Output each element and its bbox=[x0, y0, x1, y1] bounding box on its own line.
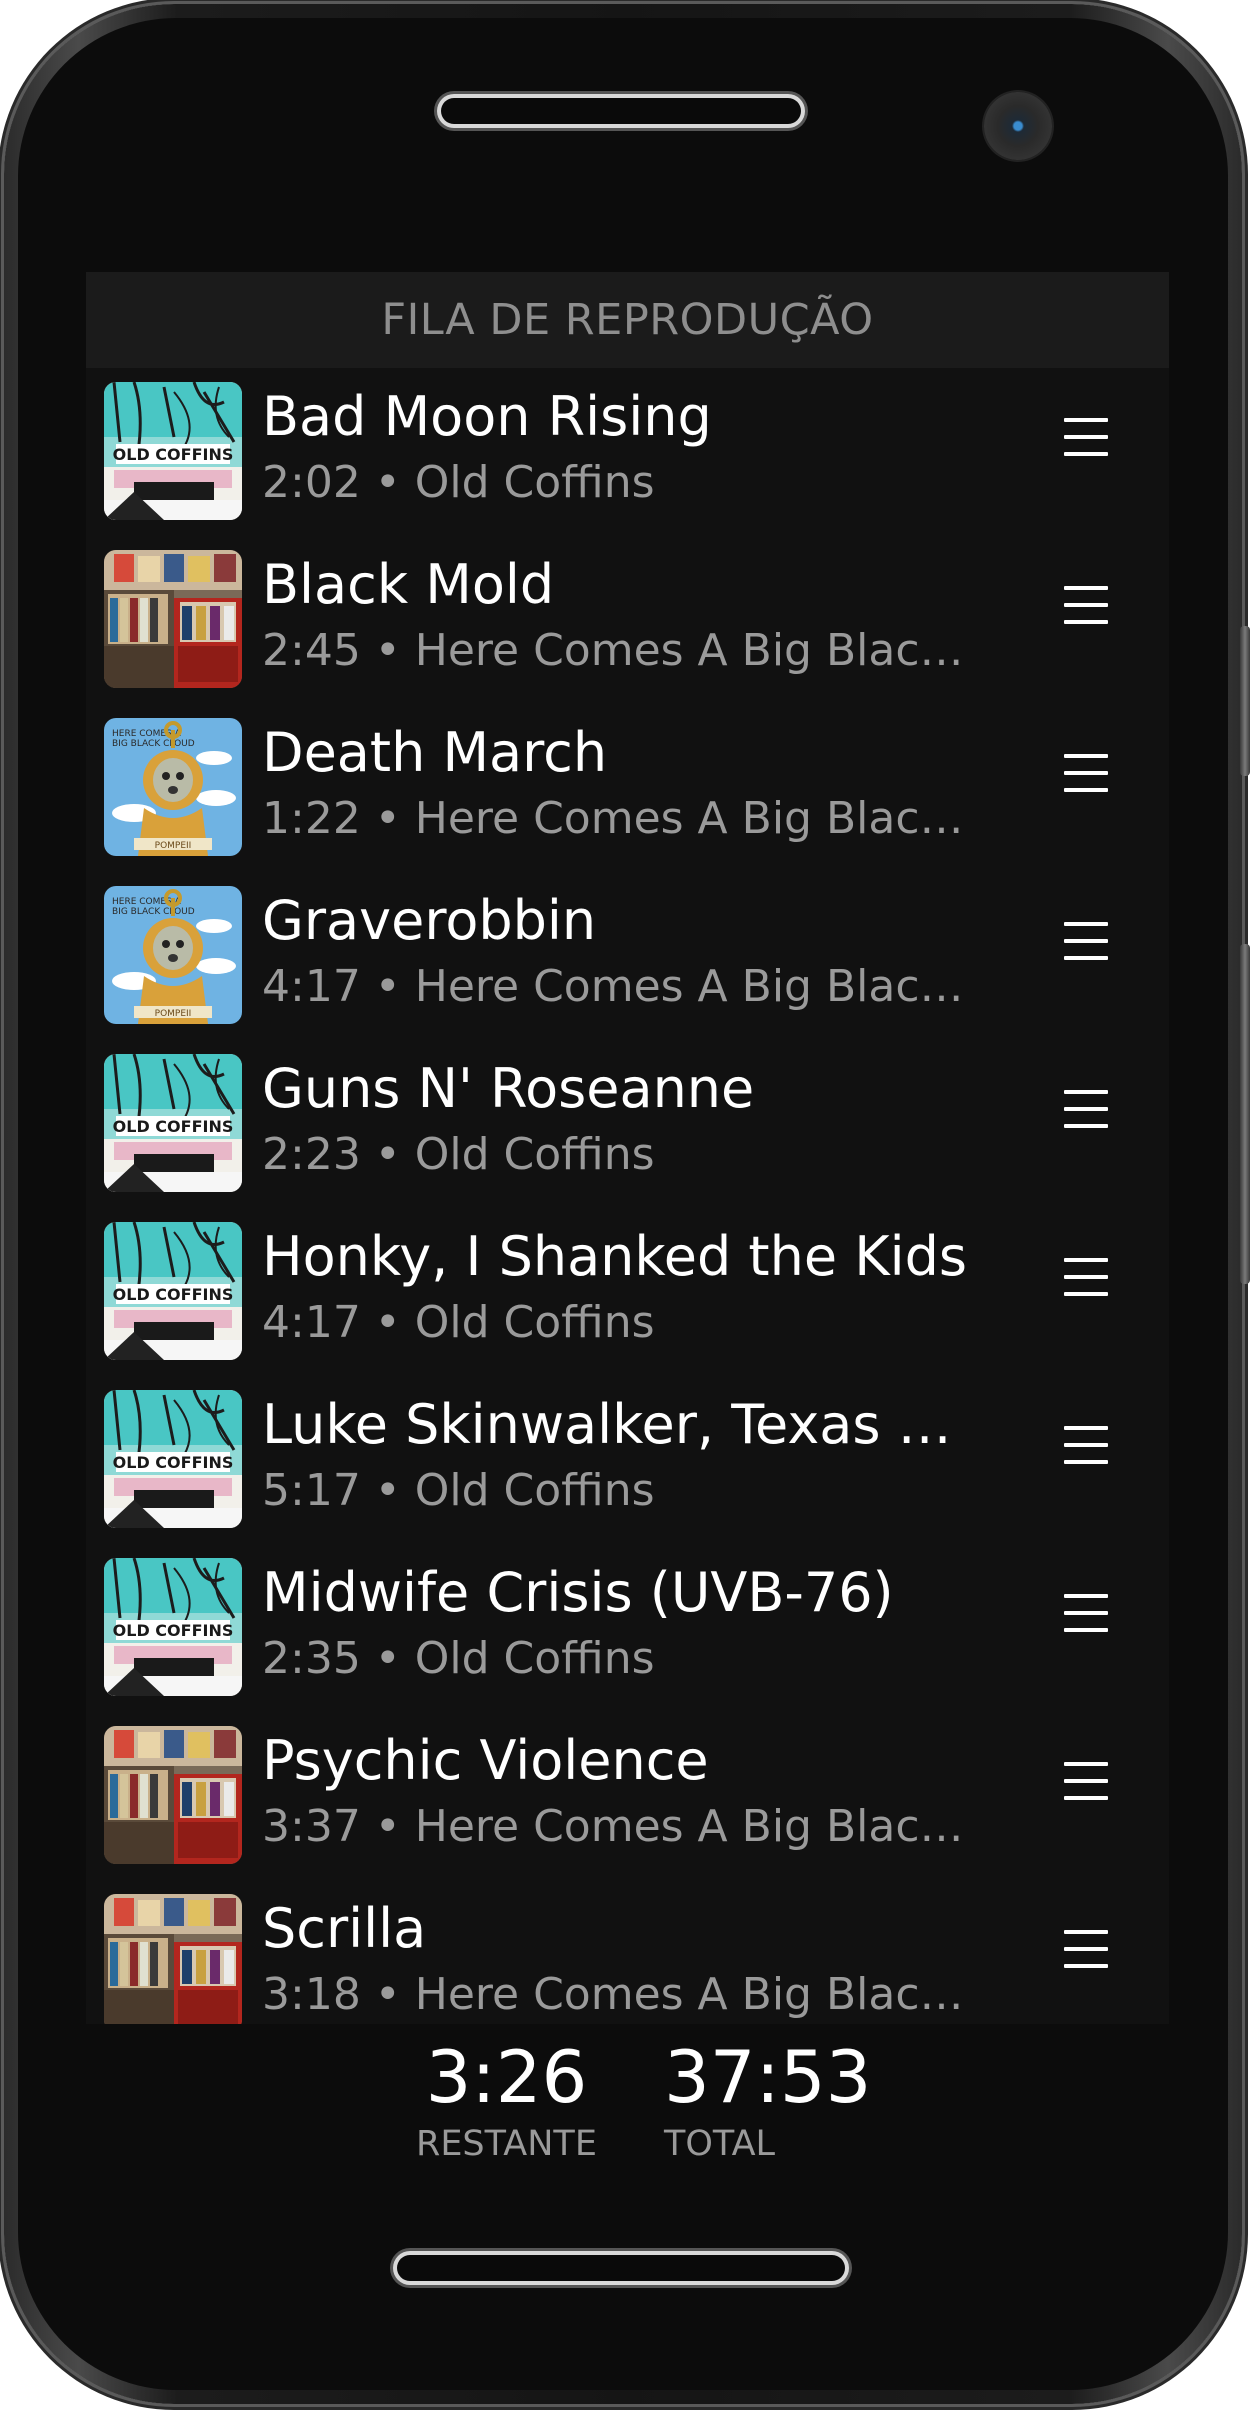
remaining-time-value: 3:26 bbox=[425, 2035, 588, 2119]
svg-text:OLD COFFINS: OLD COFFINS bbox=[113, 1117, 234, 1136]
track-subtitle: 2:35 • Old Coffins bbox=[262, 1633, 655, 1684]
queue-item[interactable]: HERE COMES A BIG BLACK CLOUD POMPEII Death … bbox=[86, 704, 1169, 872]
track-subtitle: 3:37 • Here Comes A Big Black Cl... bbox=[262, 1801, 982, 1852]
queue-item[interactable]: HERE COMES A BIG BLACK CLOUD POMPEII Graver… bbox=[86, 872, 1169, 1040]
album-art bbox=[104, 1894, 242, 2024]
drag-handle-icon[interactable] bbox=[1064, 1762, 1108, 1806]
remaining-time: 3:26 RESTANTE bbox=[416, 2032, 597, 2166]
drag-handle-icon[interactable] bbox=[1064, 754, 1108, 798]
front-camera bbox=[984, 92, 1052, 160]
drag-handle-icon[interactable] bbox=[1064, 1426, 1108, 1470]
track-subtitle: 4:17 • Old Coffins bbox=[262, 1297, 655, 1348]
drag-handle-icon[interactable] bbox=[1064, 418, 1108, 462]
power-button bbox=[1240, 944, 1250, 1284]
remaining-time-label: RESTANTE bbox=[416, 2124, 597, 2164]
drag-handle-icon[interactable] bbox=[1064, 1594, 1108, 1638]
svg-text:POMPEII: POMPEII bbox=[155, 841, 192, 851]
album-art: OLD COFFINS bbox=[104, 1054, 242, 1192]
queue-item[interactable]: Black Mold 2:45 • Here Comes A Big Black … bbox=[86, 536, 1169, 704]
drag-handle-icon[interactable] bbox=[1064, 1090, 1108, 1134]
drag-handle-icon[interactable] bbox=[1064, 586, 1108, 630]
album-art bbox=[104, 1726, 242, 1864]
total-time-label: TOTAL bbox=[664, 2124, 776, 2164]
queue-item[interactable]: OLD COFFINS Luke Skinwalker, Texas Ran...… bbox=[86, 1376, 1169, 1544]
queue-item[interactable]: OLD COFFINS Midwife Crisis (UVB-76) 2:35 •… bbox=[86, 1544, 1169, 1712]
track-subtitle: 5:17 • Old Coffins bbox=[262, 1465, 655, 1516]
svg-text:BIG BLACK CLOUD: BIG BLACK CLOUD bbox=[112, 907, 195, 917]
track-title: Death March bbox=[262, 721, 608, 784]
track-title: Bad Moon Rising bbox=[262, 385, 712, 448]
drag-handle-icon[interactable] bbox=[1064, 1258, 1108, 1302]
track-title: Honky, I Shanked the Kids bbox=[262, 1225, 968, 1288]
track-subtitle: 3:18 • Here Comes A Big Black Cl... bbox=[262, 1969, 982, 2020]
album-art: OLD COFFINS bbox=[104, 1390, 242, 1528]
track-title: Black Mold bbox=[262, 553, 555, 616]
track-title: Scrilla bbox=[262, 1897, 427, 1960]
track-title: Graverobbin bbox=[262, 889, 597, 952]
track-title: Luke Skinwalker, Texas Ran... bbox=[262, 1393, 982, 1456]
album-art: OLD COFFINS bbox=[104, 1222, 242, 1360]
queue-header: FILA DE REPRODUÇÃO bbox=[86, 272, 1169, 368]
app-screen: FILA DE REPRODUÇÃO OLD COFFINS Bad Moon R… bbox=[86, 272, 1169, 2186]
track-title: Guns N' Roseanne bbox=[262, 1057, 755, 1120]
bottom-speaker bbox=[397, 2255, 845, 2281]
svg-text:OLD COFFINS: OLD COFFINS bbox=[113, 1621, 234, 1640]
page-title: FILA DE REPRODUÇÃO bbox=[381, 295, 874, 345]
earpiece-speaker bbox=[441, 98, 801, 124]
album-art: HERE COMES A BIG BLACK CLOUD POMPEII bbox=[104, 886, 242, 1024]
track-title: Psychic Violence bbox=[262, 1729, 709, 1792]
queue-item[interactable]: Psychic Violence 3:37 • Here Comes A Big … bbox=[86, 1712, 1169, 1880]
album-art bbox=[104, 550, 242, 688]
track-subtitle: 4:17 • Here Comes A Big Black Cl... bbox=[262, 961, 982, 1012]
volume-button bbox=[1240, 626, 1250, 776]
svg-text:OLD COFFINS: OLD COFFINS bbox=[113, 1453, 234, 1472]
track-subtitle: 2:23 • Old Coffins bbox=[262, 1129, 655, 1180]
queue-list[interactable]: OLD COFFINS Bad Moon Rising 2:02 • Old Cof… bbox=[86, 368, 1169, 2024]
svg-text:BIG BLACK CLOUD: BIG BLACK CLOUD bbox=[112, 739, 195, 749]
drag-handle-icon[interactable] bbox=[1064, 1930, 1108, 1974]
queue-item[interactable]: OLD COFFINS Honky, I Shanked the Kids 4:17… bbox=[86, 1208, 1169, 1376]
track-subtitle: 2:45 • Here Comes A Big Black Cl... bbox=[262, 625, 982, 676]
album-art: OLD COFFINS bbox=[104, 382, 242, 520]
album-art: HERE COMES A BIG BLACK CLOUD POMPEII bbox=[104, 718, 242, 856]
queue-item[interactable]: Scrilla 3:18 • Here Comes A Big Black Cl.… bbox=[86, 1880, 1169, 2024]
album-art: OLD COFFINS bbox=[104, 1558, 242, 1696]
svg-text:POMPEII: POMPEII bbox=[155, 1009, 192, 1019]
queue-summary: 3:26 RESTANTE 37:53 TOTAL bbox=[86, 2024, 1169, 2186]
queue-item[interactable]: OLD COFFINS Guns N' Roseanne 2:23 • Old Co… bbox=[86, 1040, 1169, 1208]
track-subtitle: 1:22 • Here Comes A Big Black Cl... bbox=[262, 793, 982, 844]
drag-handle-icon[interactable] bbox=[1064, 922, 1108, 966]
svg-text:OLD COFFINS: OLD COFFINS bbox=[113, 1285, 234, 1304]
queue-item[interactable]: OLD COFFINS Bad Moon Rising 2:02 • Old Cof… bbox=[86, 368, 1169, 536]
total-time-value: 37:53 bbox=[664, 2035, 872, 2119]
track-title: Midwife Crisis (UVB-76) bbox=[262, 1561, 894, 1624]
track-subtitle: 2:02 • Old Coffins bbox=[262, 457, 655, 508]
total-time: 37:53 TOTAL bbox=[664, 2032, 872, 2166]
svg-text:OLD COFFINS: OLD COFFINS bbox=[113, 445, 234, 464]
